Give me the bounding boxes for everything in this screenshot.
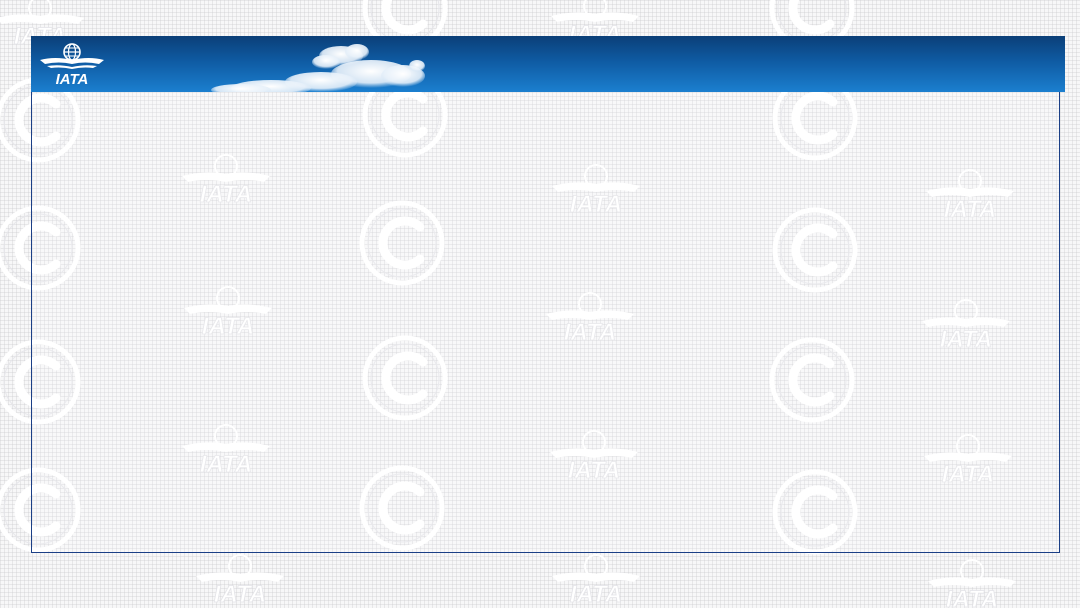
header-banner: IATA [31,36,1065,92]
slide-content-frame [31,36,1060,553]
clouds-decoration [211,44,425,92]
watermark-iata-logo [551,554,641,608]
watermark-iata-logo [195,554,285,608]
logo-text: IATA [56,71,89,86]
iata-globe-wings-icon: IATA [40,43,104,86]
watermark-iata-logo [927,559,1017,608]
